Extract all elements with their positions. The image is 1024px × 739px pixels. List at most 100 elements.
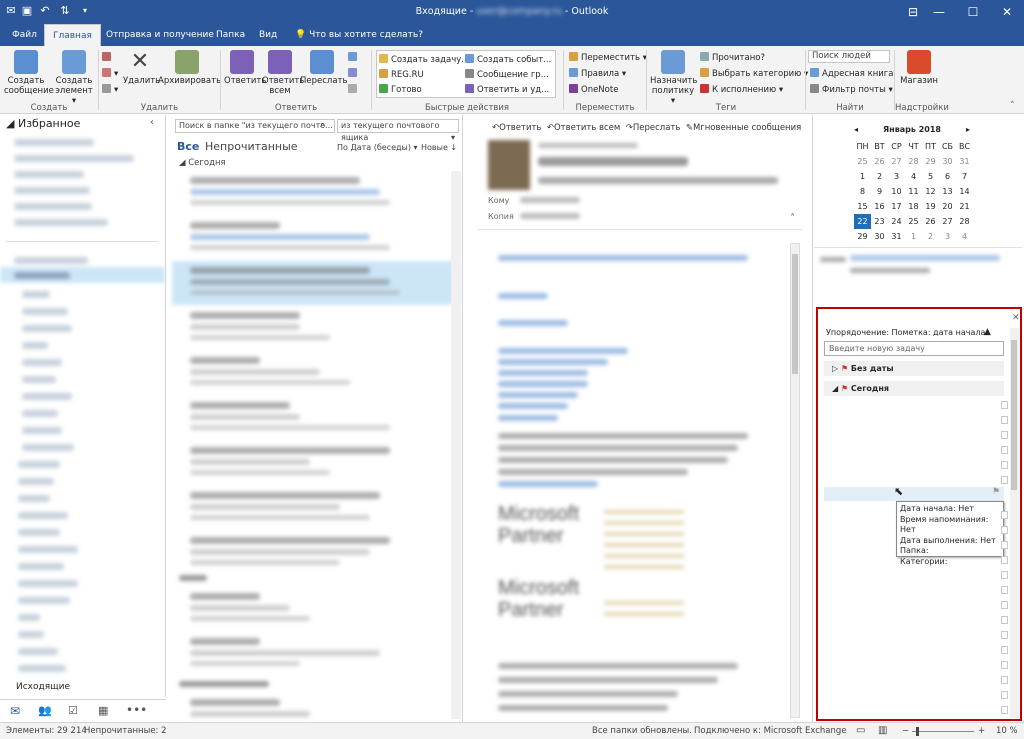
calendar-day[interactable]: 27: [888, 154, 905, 169]
message-row[interactable]: [172, 216, 460, 260]
task-complete-checkbox[interactable]: [1001, 601, 1008, 609]
delete-button[interactable]: ✕ Удалить: [123, 50, 160, 87]
task-complete-checkbox[interactable]: [1001, 706, 1008, 714]
folder-item[interactable]: [18, 648, 58, 655]
folder-item[interactable]: [14, 203, 92, 210]
im-button-inline[interactable]: ✎Мгновенные сообщения: [686, 123, 801, 133]
quick-step-create-task[interactable]: Создать задачу...: [379, 54, 469, 66]
task-complete-checkbox[interactable]: [1001, 631, 1008, 639]
calendar-day[interactable]: 24: [888, 214, 905, 229]
message-row[interactable]: [172, 531, 460, 575]
categorize-button[interactable]: Выбрать категорию ▾: [700, 68, 808, 80]
prev-month-icon[interactable]: ◂: [854, 125, 858, 134]
store-button[interactable]: Магазин: [898, 50, 940, 86]
zoom-in-icon[interactable]: +: [978, 723, 985, 739]
task-row-hovered[interactable]: ⚑: [824, 487, 1004, 501]
group-header-today[interactable]: ◢ Сегодня: [179, 158, 226, 168]
calendar-day[interactable]: 19: [922, 199, 939, 214]
folder-item[interactable]: [22, 342, 48, 349]
tab-home[interactable]: Главная: [44, 24, 101, 46]
calendar-day[interactable]: 31: [888, 229, 905, 244]
calendar-day[interactable]: 12: [922, 184, 939, 199]
task-complete-checkbox[interactable]: [1001, 661, 1008, 669]
folder-item[interactable]: [18, 614, 40, 621]
task-complete-checkbox[interactable]: [1001, 676, 1008, 684]
quick-step-create-event[interactable]: Создать событ...: [465, 54, 551, 66]
sort-direction-icon[interactable]: ▲: [984, 327, 991, 337]
calendar-day[interactable]: 29: [922, 154, 939, 169]
calendar-day[interactable]: 23: [871, 214, 888, 229]
sort-dropdown[interactable]: По Дата (беседы) ▾: [337, 143, 418, 152]
tab-file[interactable]: Файл: [10, 24, 39, 46]
group-header-yesterday[interactable]: [179, 575, 207, 581]
more-respond-icon[interactable]: [348, 84, 360, 96]
archive-button[interactable]: Архивировать: [158, 50, 221, 86]
message-row[interactable]: [172, 306, 460, 350]
message-row[interactable]: [172, 396, 460, 440]
calendar-day[interactable]: 3: [939, 229, 956, 244]
calendar-day[interactable]: 22: [854, 214, 871, 229]
zoom-slider-thumb[interactable]: [916, 727, 919, 736]
onenote-button[interactable]: OneNote: [569, 84, 618, 96]
close-button[interactable]: ✕: [990, 0, 1024, 24]
folder-item[interactable]: [14, 171, 84, 178]
message-row[interactable]: [172, 632, 460, 676]
calendar-day[interactable]: 14: [956, 184, 973, 199]
calendar-icon[interactable]: ▦: [98, 704, 108, 717]
forward-button[interactable]: Переслать: [300, 50, 348, 86]
collapse-ribbon-icon[interactable]: ˄: [1010, 101, 1015, 111]
follow-up-button[interactable]: К исполнению ▾: [700, 84, 783, 96]
folder-item[interactable]: [18, 563, 64, 570]
reading-pane-scrollbar[interactable]: [790, 243, 800, 718]
ignore-icon[interactable]: [102, 52, 114, 64]
folder-item[interactable]: [22, 410, 58, 417]
search-icon[interactable]: ⌕: [320, 120, 325, 130]
folder-item[interactable]: [18, 512, 68, 519]
calendar-day[interactable]: 4: [956, 229, 973, 244]
filter-tab-all[interactable]: Все: [177, 140, 199, 153]
tasks-icon[interactable]: ☑: [68, 704, 78, 717]
calendar-day[interactable]: 1: [905, 229, 922, 244]
new-email-button[interactable]: Создать сообщение: [4, 50, 54, 96]
quick-step-reply-delete[interactable]: Ответить и уд...: [465, 84, 549, 96]
message-row[interactable]: [172, 171, 460, 215]
assign-policy-button[interactable]: Назначить политику ▾: [650, 50, 697, 106]
folder-item[interactable]: [18, 461, 60, 468]
calendar-day[interactable]: 3: [888, 169, 905, 184]
task-complete-checkbox[interactable]: [1001, 586, 1008, 594]
folder-item[interactable]: [22, 393, 72, 400]
calendar-day[interactable]: 15: [854, 199, 871, 214]
folder-item[interactable]: [14, 187, 90, 194]
folder-item[interactable]: [14, 139, 94, 146]
folder-item[interactable]: [22, 427, 62, 434]
task-complete-checkbox[interactable]: [1001, 556, 1008, 564]
rules-button[interactable]: Правила ▾: [569, 68, 626, 80]
collapse-header-icon[interactable]: ˄: [790, 213, 795, 224]
quick-step-regru[interactable]: REG.RU: [379, 69, 424, 81]
calendar-day[interactable]: 25: [905, 214, 922, 229]
reply-button-inline[interactable]: ↶Ответить: [492, 123, 541, 133]
minimize-button[interactable]: —: [922, 0, 956, 24]
search-people-input[interactable]: Поиск людей: [808, 50, 890, 63]
next-month-icon[interactable]: ▸: [966, 125, 970, 134]
task-complete-checkbox[interactable]: [1001, 646, 1008, 654]
calendar-day[interactable]: 30: [939, 154, 956, 169]
calendar-day[interactable]: 1: [854, 169, 871, 184]
calendar-day[interactable]: 2: [871, 169, 888, 184]
calendar-day[interactable]: 30: [871, 229, 888, 244]
calendar-day[interactable]: 16: [871, 199, 888, 214]
search-input[interactable]: Поиск в папке "из текущего почто...: [175, 119, 335, 133]
favorites-header[interactable]: ◢ Избранное: [6, 117, 80, 130]
sort-order-toggle[interactable]: Новые ↓: [421, 143, 457, 152]
calendar-day[interactable]: 26: [871, 154, 888, 169]
task-complete-checkbox[interactable]: [1001, 476, 1008, 484]
calendar-day[interactable]: 21: [956, 199, 973, 214]
task-complete-checkbox[interactable]: [1001, 571, 1008, 579]
folder-item[interactable]: [22, 376, 56, 383]
move-button[interactable]: Переместить ▾: [569, 52, 647, 64]
task-complete-checkbox[interactable]: [1001, 691, 1008, 699]
task-complete-checkbox[interactable]: [1001, 461, 1008, 469]
calendar-day[interactable]: 28: [905, 154, 922, 169]
calendar-day[interactable]: 20: [939, 199, 956, 214]
folder-item[interactable]: [22, 359, 62, 366]
